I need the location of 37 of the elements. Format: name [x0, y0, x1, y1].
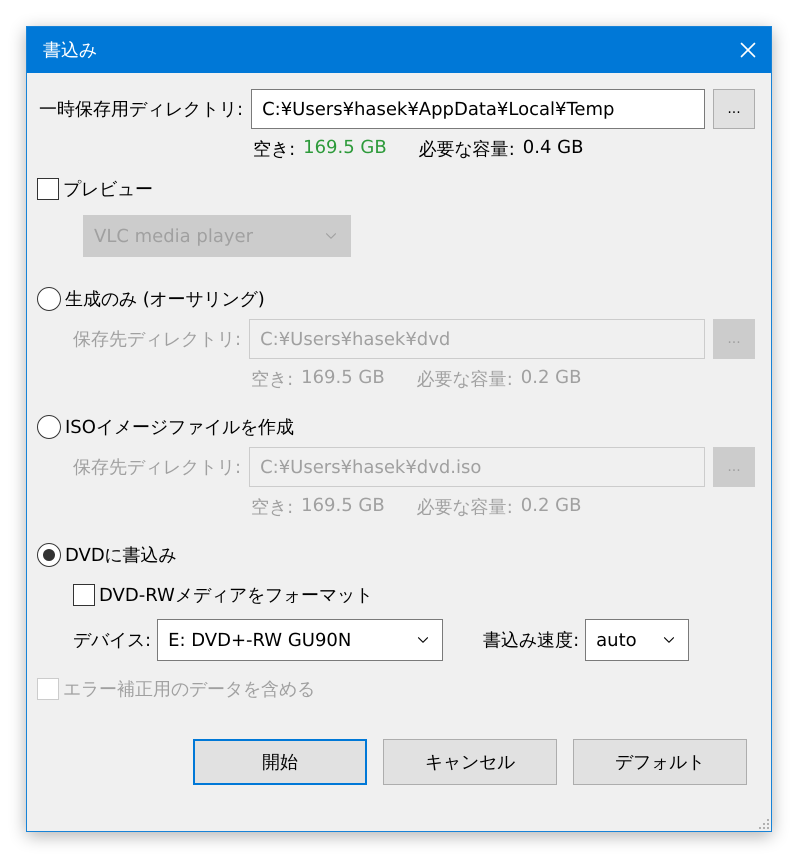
radio-button[interactable] [37, 287, 61, 311]
directory-label: 保存先ディレクトリ: [73, 456, 242, 479]
free-space-value: 169.5 GB [303, 137, 387, 160]
option-label: 生成のみ (オーサリング) [65, 288, 265, 311]
option-label: ISOイメージファイルを作成 [65, 416, 294, 439]
required-space-label: 必要な容量: [416, 496, 513, 519]
required-space-label: 必要な容量: [418, 138, 515, 161]
window-title: 書込み [43, 39, 97, 62]
free-space-label: 空き: [251, 496, 294, 519]
directory-label: 一時保存用ディレクトリ: [39, 98, 244, 121]
required-space-value: 0.4 GB [522, 137, 584, 160]
preview-label: プレビュー [63, 178, 153, 201]
free-space-label: 空き: [253, 138, 296, 161]
radio-button[interactable] [37, 543, 61, 567]
checkbox[interactable] [37, 178, 59, 200]
required-space-value: 0.2 GB [520, 367, 582, 390]
radio-button[interactable] [37, 415, 61, 439]
dialog-button[interactable]: キャンセル [383, 739, 557, 785]
required-space-label: 必要な容量: [416, 368, 513, 391]
speed-dropdown[interactable]: auto [585, 619, 690, 661]
option-label: DVDに書込み [65, 544, 177, 567]
format-label: DVD-RWメディアをフォーマット [99, 584, 373, 607]
checkbox[interactable] [73, 584, 95, 606]
device-label: デバイス: [73, 629, 152, 652]
dialog-button[interactable]: 開始 [193, 739, 367, 785]
directory-label: 保存先ディレクトリ: [73, 328, 242, 351]
free-space-value: 169.5 GB [301, 495, 385, 518]
required-space-value: 0.2 GB [520, 495, 582, 518]
error-correction-label: エラー補正用のデータを含める [63, 678, 315, 701]
browse-button[interactable]: ... [713, 89, 755, 129]
dialog-button[interactable]: デフォルト [573, 739, 747, 785]
free-space-value: 169.5 GB [301, 367, 385, 390]
device-dropdown[interactable]: E: DVD+-RW GU90N [157, 619, 444, 661]
resize-grip-icon[interactable] [757, 817, 769, 829]
free-space-label: 空き: [251, 368, 294, 391]
speed-label: 書込み速度: [483, 629, 580, 652]
directory-field[interactable]: C:¥Users¥hasek¥AppData¥Local¥Temp [251, 89, 705, 129]
